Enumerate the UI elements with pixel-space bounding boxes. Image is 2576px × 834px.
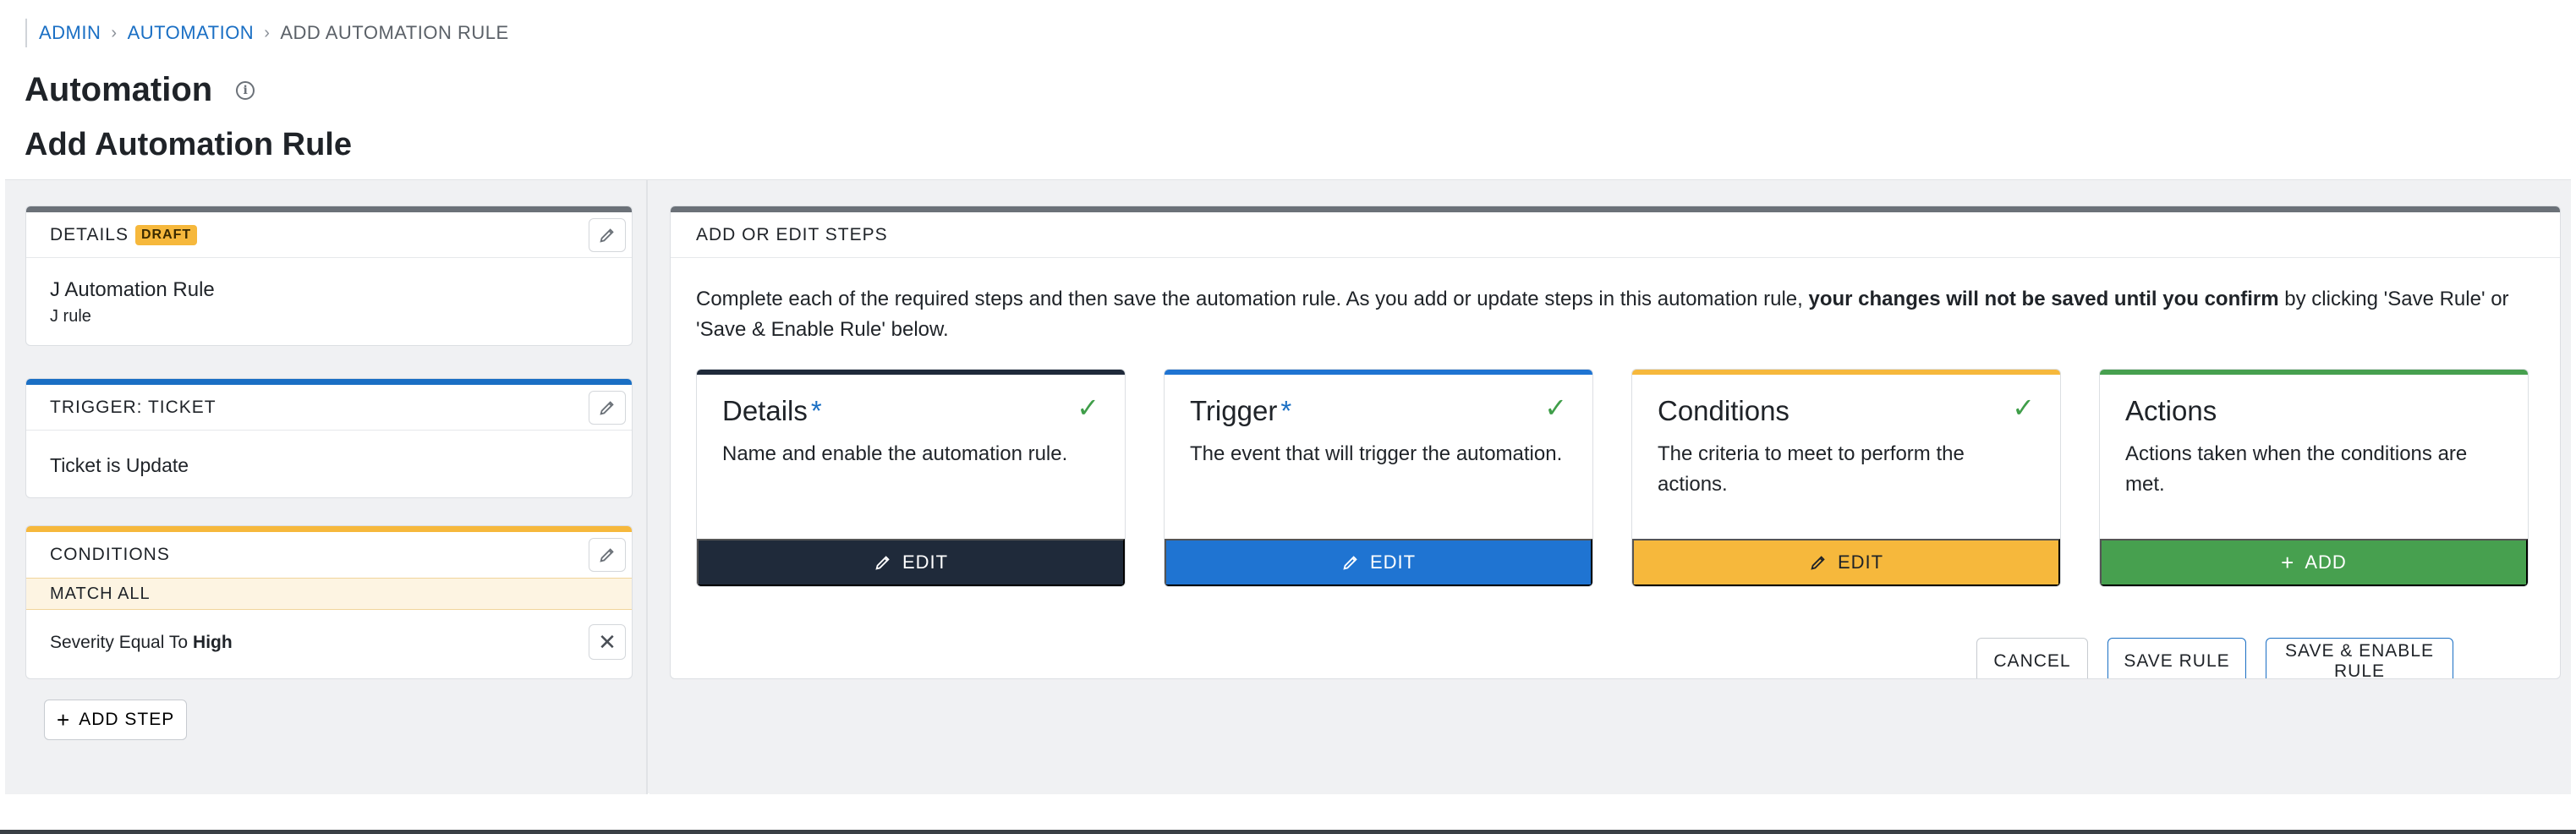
- info-icon[interactable]: i: [236, 80, 255, 100]
- step-title: Actions: [2125, 395, 2217, 427]
- conditions-card-label: CONDITIONS: [50, 545, 170, 564]
- add-step-label: ADD STEP: [79, 710, 175, 729]
- add-actions-step-button[interactable]: + ADD: [2100, 539, 2528, 586]
- draft-badge: DRAFT: [134, 224, 198, 245]
- required-marker: *: [1280, 395, 1292, 426]
- intro-start: Complete each of the required steps and …: [696, 288, 1803, 310]
- step-description: The event that will trigger the automati…: [1190, 442, 1563, 465]
- step-title: Details *: [722, 395, 822, 427]
- check-icon: ✓: [1077, 392, 1099, 423]
- check-icon: ✓: [1544, 392, 1567, 423]
- step-card-conditions: Conditions ✓ The criteria to meet to per…: [1631, 369, 2061, 587]
- rule-description: J rule: [50, 307, 91, 326]
- edit-conditions-button[interactable]: [589, 538, 626, 572]
- pencil-icon: [1343, 556, 1357, 570]
- match-all-label: MATCH ALL: [26, 578, 632, 610]
- save-rule-button[interactable]: SAVE RULE: [2107, 638, 2246, 678]
- step-accent-bar: [697, 370, 1125, 375]
- breadcrumb-admin[interactable]: ADMIN: [39, 22, 101, 44]
- step-title-text: Conditions: [1658, 395, 1789, 426]
- step-title: Trigger *: [1190, 395, 1291, 427]
- plus-icon: +: [2281, 549, 2295, 575]
- intro-text: Complete each of the required steps and …: [696, 284, 2540, 345]
- rule-name: J Automation Rule: [50, 278, 215, 301]
- intro-bold: your changes will not be saved until you…: [1808, 288, 2279, 310]
- panel-header: ADD OR EDIT STEPS: [671, 212, 2560, 258]
- edit-conditions-step-button[interactable]: EDIT: [1632, 539, 2060, 586]
- breadcrumb: ADMIN › AUTOMATION › ADD AUTOMATION RULE: [25, 19, 509, 47]
- condition-text: Severity Equal To: [50, 633, 189, 652]
- step-title-text: Trigger: [1190, 395, 1278, 426]
- step-action-label: ADD: [2305, 551, 2347, 573]
- chevron-right-icon: ›: [264, 23, 271, 42]
- steps-main: ADD OR EDIT STEPS Complete each of the r…: [649, 180, 2571, 794]
- trigger-card-header: TRIGGER: TICKET: [26, 385, 632, 431]
- required-marker: *: [810, 395, 822, 426]
- page-subtitle: Add Automation Rule: [25, 127, 352, 162]
- details-accent-bar: [26, 206, 632, 212]
- step-action-label: EDIT: [1837, 551, 1884, 573]
- step-description: Actions taken when the conditions are me…: [2125, 442, 2468, 496]
- trigger-card-body: Ticket is Update: [26, 431, 632, 497]
- page-title: Automation: [25, 71, 213, 108]
- add-edit-steps-panel: ADD OR EDIT STEPS Complete each of the r…: [670, 206, 2561, 679]
- step-title: Conditions: [1658, 395, 1789, 427]
- trigger-card-label: TRIGGER: TICKET: [50, 397, 216, 417]
- step-action-label: EDIT: [902, 551, 949, 573]
- step-title-text: Actions: [2125, 395, 2217, 426]
- steps-sidebar: DETAILS DRAFT J Automation Rule J rule T…: [5, 180, 648, 794]
- condition-row: Severity Equal To High ✕: [26, 610, 632, 676]
- panel-accent-bar: [671, 206, 2560, 212]
- step-title-text: Details: [722, 395, 808, 426]
- step-description: Name and enable the automation rule.: [722, 442, 1068, 465]
- step-description: The criteria to meet to perform the acti…: [1658, 442, 1965, 496]
- step-accent-bar: [1632, 370, 2060, 375]
- chevron-right-icon: ›: [111, 23, 118, 42]
- window-bottom-edge: [0, 830, 2576, 834]
- condition-value: High: [193, 633, 233, 652]
- trigger-value: Ticket is Update: [50, 454, 189, 476]
- pencil-icon: [600, 228, 614, 243]
- edit-details-step-button[interactable]: EDIT: [697, 539, 1125, 586]
- details-card: DETAILS DRAFT J Automation Rule J rule: [25, 206, 633, 346]
- pencil-icon: [600, 548, 614, 562]
- breadcrumb-automation[interactable]: AUTOMATION: [128, 22, 255, 44]
- close-icon: ✕: [598, 628, 617, 655]
- remove-condition-button[interactable]: ✕: [589, 624, 626, 660]
- plus-icon: +: [57, 706, 71, 732]
- step-card-details: Details * ✓ Name and enable the automatio…: [696, 369, 1126, 587]
- step-card-actions: Actions Actions taken when the condition…: [2099, 369, 2529, 587]
- pencil-icon: [600, 401, 614, 415]
- conditions-card-header: CONDITIONS: [26, 532, 632, 578]
- conditions-accent-bar: [26, 526, 632, 532]
- cancel-button[interactable]: CANCEL: [1976, 638, 2088, 678]
- details-card-body: J Automation Rule J rule: [26, 258, 632, 345]
- details-card-header: DETAILS DRAFT: [26, 212, 632, 258]
- edit-trigger-step-button[interactable]: EDIT: [1165, 539, 1592, 586]
- add-step-button[interactable]: + ADD STEP: [44, 700, 188, 740]
- edit-details-button[interactable]: [589, 218, 626, 252]
- trigger-accent-bar: [26, 379, 632, 385]
- workspace: DETAILS DRAFT J Automation Rule J rule T…: [5, 179, 2571, 794]
- pencil-icon: [1811, 556, 1825, 570]
- step-card-trigger: Trigger * ✓ The event that will trigger t…: [1164, 369, 1593, 587]
- check-icon: ✓: [2012, 392, 2035, 423]
- conditions-card: CONDITIONS MATCH ALL Severity Equal To H…: [25, 525, 633, 679]
- pencil-icon: [875, 556, 890, 570]
- trigger-card: TRIGGER: TICKET Ticket is Update: [25, 378, 633, 498]
- breadcrumb-current: ADD AUTOMATION RULE: [280, 22, 509, 43]
- step-accent-bar: [2100, 370, 2528, 375]
- step-accent-bar: [1165, 370, 1592, 375]
- details-card-label: DETAILS: [50, 224, 129, 244]
- step-action-label: EDIT: [1369, 551, 1417, 573]
- edit-trigger-button[interactable]: [589, 391, 626, 425]
- save-enable-rule-button[interactable]: SAVE & ENABLE RULE: [2266, 638, 2453, 678]
- page-title-row: Automation i: [25, 71, 255, 109]
